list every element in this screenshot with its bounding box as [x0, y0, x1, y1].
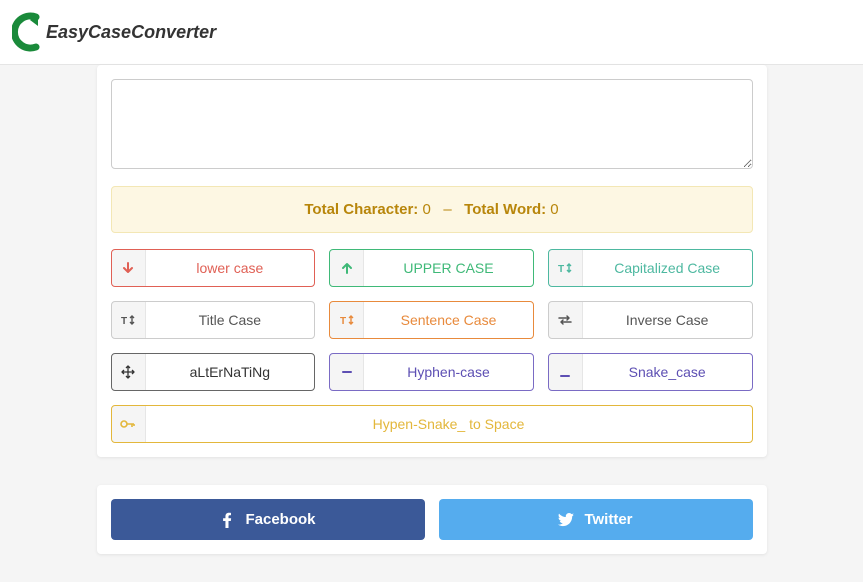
svg-text:T: T — [340, 316, 346, 326]
lower-case-button[interactable]: lower case — [111, 249, 316, 287]
key-icon — [112, 406, 146, 442]
title-case-label: Title Case — [146, 302, 315, 338]
title-case-button[interactable]: T Title Case — [111, 301, 316, 339]
hyphen-snake-to-space-label: Hypen-Snake_ to Space — [146, 406, 752, 442]
upper-case-button[interactable]: UPPER CASE — [329, 249, 534, 287]
move-icon — [112, 354, 146, 390]
hyphen-case-label: Hyphen-case — [364, 354, 533, 390]
inverse-case-label: Inverse Case — [583, 302, 752, 338]
share-card: Facebook Twitter — [97, 485, 767, 554]
brand-name: EasyCaseConverter — [46, 22, 216, 43]
inverse-case-button[interactable]: Inverse Case — [548, 301, 753, 339]
swap-icon — [549, 302, 583, 338]
converter-card: Total Character: 0 – Total Word: 0 lower… — [97, 65, 767, 457]
capitalized-case-label: Capitalized Case — [583, 250, 752, 286]
lower-case-label: lower case — [146, 250, 315, 286]
char-label: Total Character: — [304, 201, 418, 218]
text-input[interactable] — [111, 79, 753, 169]
svg-text:T: T — [121, 316, 127, 326]
capitalized-case-button[interactable]: T Capitalized Case — [548, 249, 753, 287]
facebook-label: Facebook — [245, 511, 315, 528]
arrow-up-icon — [330, 250, 364, 286]
button-grid: lower case UPPER CASE T Capitalized Case… — [111, 249, 753, 443]
brand-logo[interactable]: EasyCaseConverter — [12, 11, 216, 53]
alternating-case-button[interactable]: aLtErNaTiNg — [111, 353, 316, 391]
twitter-icon — [558, 513, 574, 527]
stats-bar: Total Character: 0 – Total Word: 0 — [111, 186, 753, 233]
twitter-label: Twitter — [584, 511, 632, 528]
logo-icon — [12, 11, 42, 53]
alternating-case-label: aLtErNaTiNg — [146, 354, 315, 390]
facebook-icon — [219, 512, 235, 528]
snake-case-label: Snake_case — [583, 354, 752, 390]
snake-case-button[interactable]: Snake_case — [548, 353, 753, 391]
upper-case-label: UPPER CASE — [364, 250, 533, 286]
word-value: 0 — [550, 201, 558, 218]
text-height-icon: T — [112, 302, 146, 338]
underscore-icon — [549, 354, 583, 390]
hyphen-case-button[interactable]: Hyphen-case — [329, 353, 534, 391]
arrow-down-icon — [112, 250, 146, 286]
text-height-icon: T — [549, 250, 583, 286]
hyphen-snake-to-space-button[interactable]: Hypen-Snake_ to Space — [111, 405, 753, 443]
text-height-icon: T — [330, 302, 364, 338]
minus-icon — [330, 354, 364, 390]
stats-sep: – — [443, 201, 451, 218]
char-value: 0 — [422, 201, 430, 218]
twitter-share-button[interactable]: Twitter — [439, 499, 753, 540]
facebook-share-button[interactable]: Facebook — [111, 499, 425, 540]
sentence-case-label: Sentence Case — [364, 302, 533, 338]
svg-text:T: T — [558, 264, 564, 274]
sentence-case-button[interactable]: T Sentence Case — [329, 301, 534, 339]
navbar: EasyCaseConverter — [0, 0, 863, 65]
word-label: Total Word: — [464, 201, 546, 218]
